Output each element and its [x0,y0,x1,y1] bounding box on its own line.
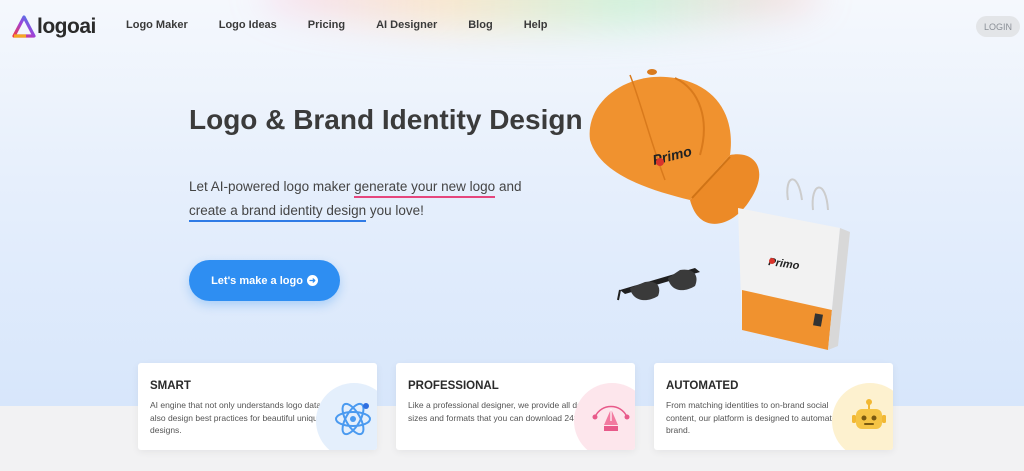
nav-blog[interactable]: Blog [468,19,492,31]
feature-card-automated: AUTOMATED From matching identities to on… [654,363,893,450]
shopping-bag-image: Primo [738,178,850,350]
make-logo-button[interactable]: Let's make a logo ➜ [189,260,340,301]
subtitle-text-1: Let AI-powered logo maker [189,179,355,194]
subtitle-highlight-1: generate your new logo [354,179,496,198]
logoai-logo[interactable]: logoai [12,14,96,40]
card-text: From matching identities to on-brand soc… [666,400,856,435]
brand-mockup-illustration: Primo Primo [589,69,850,350]
cap-image: Primo [589,69,760,224]
nav-pricing[interactable]: Pricing [308,19,345,31]
logo-text: logoai [37,15,96,38]
cta-label: Let's make a logo [211,274,303,287]
hero-title: Logo & Brand Identity Design [189,104,583,135]
nav-ai-designer[interactable]: AI Designer [376,19,437,31]
nav-logo-maker[interactable]: Logo Maker [126,19,188,31]
atom-icon [335,402,371,436]
subtitle-text-2: and [495,179,522,194]
logo-mark-icon [12,15,36,38]
login-button[interactable]: LOGIN [976,16,1020,37]
nav-help[interactable]: Help [524,19,548,31]
pen-tool-icon [592,405,630,431]
subtitle-highlight-2: create a brand identity design [189,203,367,222]
card-text: AI engine that not only understands logo… [150,400,336,435]
subtitle-text-3: you love! [366,203,424,218]
arrow-right-circle-icon: ➜ [306,275,318,286]
hero-subtitle: Let AI-powered logo maker generate your … [189,175,521,223]
card-title: PROFESSIONAL [408,380,499,392]
feature-card-smart: SMART AI engine that not only understand… [138,363,377,450]
robot-icon [852,399,886,429]
nav-links: Logo Maker Logo Ideas Pricing AI Designe… [126,19,579,31]
card-text: Like a professional designer, we provide… [408,400,598,423]
top-nav: logoai Logo Maker Logo Ideas Pricing AI … [0,0,1024,54]
feature-card-professional: PROFESSIONAL Like a professional designe… [396,363,635,450]
nav-logo-ideas[interactable]: Logo Ideas [219,19,277,31]
card-title: AUTOMATED [666,380,739,392]
sunglasses-image [617,268,700,301]
card-title: SMART [150,380,191,392]
